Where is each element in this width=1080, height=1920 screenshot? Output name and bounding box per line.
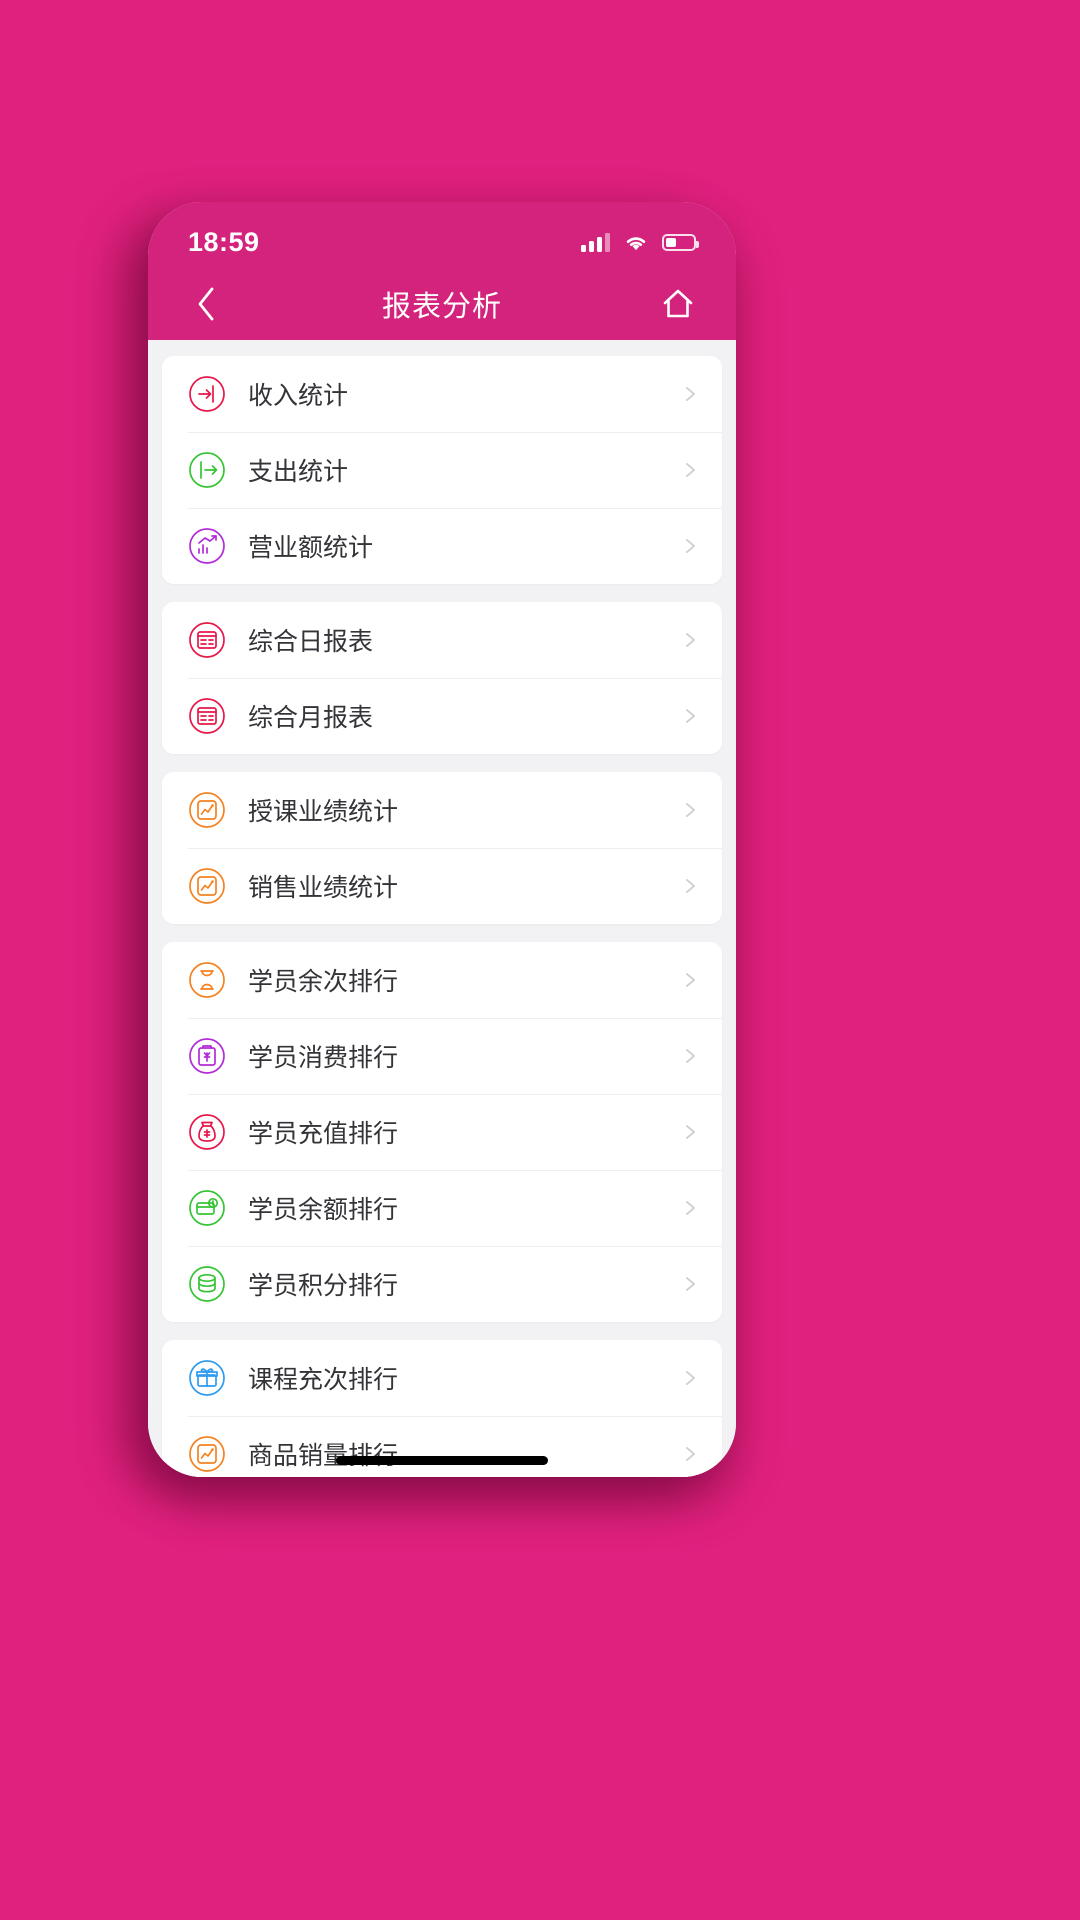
- home-button[interactable]: [652, 278, 704, 330]
- list-item-label: 学员充值排行: [248, 1120, 399, 1148]
- list-item[interactable]: 学员积分排行: [162, 1246, 722, 1322]
- chevron-right-icon: [680, 1046, 700, 1066]
- list-item-label: 授课业绩统计: [248, 798, 399, 826]
- list-item[interactable]: 学员充值排行: [162, 1094, 722, 1170]
- list-item[interactable]: 综合月报表: [162, 678, 722, 754]
- list-item[interactable]: 收入统计: [162, 356, 722, 432]
- course-recharge-gift-icon: [188, 1359, 226, 1397]
- report-group: 综合日报表综合月报表: [162, 602, 722, 754]
- report-group: 学员余次排行 学员消费排行 学员充值排行 学员余额排行 学员积分排行: [162, 942, 722, 1322]
- list-item-label: 综合日报表: [248, 628, 374, 656]
- student-consumption-clipboard-icon: [188, 1037, 226, 1075]
- list-item[interactable]: 授课业绩统计: [162, 772, 722, 848]
- chevron-right-icon: [680, 800, 700, 820]
- list-item-label: 商品销量排行: [248, 1442, 399, 1470]
- page-title: 报表分析: [381, 291, 502, 323]
- expense-logout-arrow-icon: [188, 451, 226, 489]
- chevron-right-icon: [680, 706, 700, 726]
- chevron-right-icon: [680, 876, 700, 896]
- report-group: 授课业绩统计 销售业绩统计: [162, 772, 722, 924]
- list-item[interactable]: 商品销量排行: [162, 1416, 722, 1477]
- list-item[interactable]: 综合日报表: [162, 602, 722, 678]
- list-item[interactable]: 支出统计: [162, 432, 722, 508]
- chevron-right-icon: [680, 630, 700, 650]
- battery-icon: [662, 233, 699, 251]
- student-points-coins-icon: [188, 1265, 226, 1303]
- list-item[interactable]: 学员余次排行: [162, 942, 722, 1018]
- home-icon: [663, 289, 693, 318]
- list-item[interactable]: 课程充次排行: [162, 1340, 722, 1416]
- chevron-right-icon: [680, 970, 700, 990]
- list-item[interactable]: 营业额统计: [162, 508, 722, 584]
- nav-header: 报表分析: [148, 268, 736, 340]
- status-icons: [581, 232, 699, 252]
- list-item[interactable]: 销售业绩统计: [162, 848, 722, 924]
- list-item-label: 销售业绩统计: [248, 874, 399, 902]
- list-item-label: 收入统计: [248, 382, 349, 410]
- list-item-label: 综合月报表: [248, 704, 374, 732]
- student-remaining-sessions-hourglass-icon: [188, 961, 226, 999]
- chevron-right-icon: [680, 1122, 700, 1142]
- report-group: 收入统计支出统计营业额统计: [162, 356, 722, 584]
- monthly-report-icon: [188, 697, 226, 735]
- chevron-right-icon: [680, 1444, 700, 1464]
- chevron-right-icon: [680, 536, 700, 556]
- product-sales-icon: [188, 1435, 226, 1473]
- signal-bars-icon: [581, 232, 610, 252]
- list-item-label: 学员余次排行: [248, 968, 399, 996]
- chevron-right-icon: [680, 1274, 700, 1294]
- chevron-right-icon: [680, 1198, 700, 1218]
- chevron-right-icon: [680, 384, 700, 404]
- student-recharge-money-bag-icon: [188, 1113, 226, 1151]
- status-time: 18:59: [188, 226, 260, 257]
- turnover-bar-chart-icon: [188, 527, 226, 565]
- list-item-label: 学员余额排行: [248, 1196, 399, 1224]
- teaching-performance-chart-icon: [188, 791, 226, 829]
- chevron-left-icon: [198, 287, 214, 321]
- list-item[interactable]: 学员消费排行: [162, 1018, 722, 1094]
- chevron-right-icon: [680, 1368, 700, 1388]
- report-list[interactable]: 收入统计 支出统计 营业额统计 综合日报表 综合月报表 授课业绩统计 销售业绩统计 学员余次排…: [148, 340, 736, 1477]
- list-item-label: 学员积分排行: [248, 1272, 399, 1300]
- student-balance-card-icon: [188, 1189, 226, 1227]
- chevron-right-icon: [680, 460, 700, 480]
- income-login-arrow-icon: [188, 375, 226, 413]
- list-item-label: 营业额统计: [248, 534, 374, 562]
- status-bar: 18:59: [148, 202, 736, 268]
- list-item-label: 课程充次排行: [248, 1366, 399, 1394]
- phone-frame: 18:59 报表分析 收入统计 支出统计 营业额统计 综合日报表 综合月报表 授…: [148, 202, 736, 1477]
- list-item-label: 支出统计: [248, 458, 349, 486]
- back-button[interactable]: [180, 278, 232, 330]
- wifi-icon: [626, 236, 646, 250]
- list-item-label: 学员消费排行: [248, 1044, 399, 1072]
- daily-report-icon: [188, 621, 226, 659]
- sales-performance-chart-icon: [188, 867, 226, 905]
- home-indicator-bar: [336, 1456, 548, 1465]
- list-item[interactable]: 学员余额排行: [162, 1170, 722, 1246]
